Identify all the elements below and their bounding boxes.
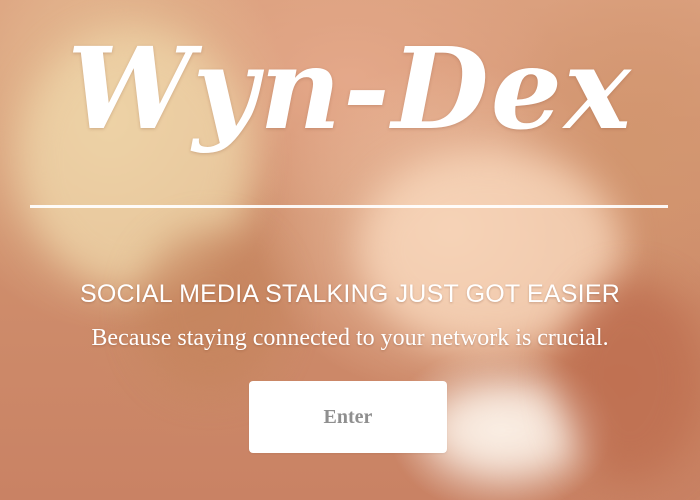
hero-subtitle: Because staying connected to your networ… <box>91 325 609 351</box>
enter-button[interactable]: Enter <box>249 381 447 453</box>
divider <box>30 205 668 208</box>
wyn-dex-logo: Wyn-Dex <box>67 24 633 155</box>
hero-tagline: SOCIAL MEDIA STALKING JUST GOT EASIER <box>80 280 620 308</box>
